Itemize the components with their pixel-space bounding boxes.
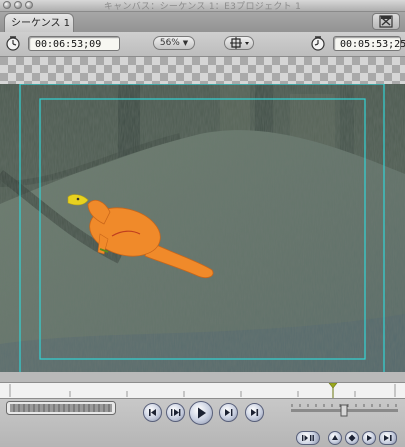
play-in-to-out-button[interactable] bbox=[166, 403, 185, 422]
view-dropdown[interactable] bbox=[224, 36, 254, 50]
video-frame bbox=[0, 84, 405, 372]
mark-in-button[interactable] bbox=[328, 431, 342, 445]
go-to-next-edit-button[interactable] bbox=[245, 403, 264, 422]
jog-slider[interactable] bbox=[290, 401, 400, 417]
play-around-button[interactable] bbox=[219, 403, 238, 422]
zoom-dropdown[interactable]: 56% ▼ bbox=[153, 36, 195, 50]
dropdown-arrow-icon: ▼ bbox=[182, 39, 189, 47]
mark-in-icon bbox=[332, 435, 338, 440]
film-icon[interactable] bbox=[372, 13, 400, 30]
current-time-clock-icon bbox=[311, 36, 325, 51]
tab-sequence[interactable]: シーケンス 1 bbox=[4, 13, 74, 32]
play-in-out-icon bbox=[171, 409, 181, 416]
shuttle-control[interactable] bbox=[6, 401, 116, 415]
add-marker-button[interactable] bbox=[345, 431, 359, 445]
mark-out-button[interactable] bbox=[362, 431, 376, 445]
timeline-scrubber[interactable] bbox=[0, 382, 405, 399]
mark-out-icon bbox=[367, 435, 372, 441]
duration-clock-icon bbox=[6, 36, 20, 51]
play-around-icon bbox=[225, 409, 233, 416]
window-title: キャンバス：シーケンス 1：E3プロジェクト 1 bbox=[103, 2, 302, 12]
go-to-previous-edit-button[interactable] bbox=[143, 403, 162, 422]
canvas-viewer[interactable] bbox=[0, 57, 405, 372]
marker-icon bbox=[348, 434, 356, 442]
timeline-ruler bbox=[9, 384, 396, 397]
play-button[interactable] bbox=[189, 401, 213, 425]
playhead[interactable] bbox=[328, 383, 338, 398]
insert-icon bbox=[302, 435, 314, 441]
play-icon bbox=[198, 407, 206, 419]
previous-edit-icon bbox=[149, 409, 156, 416]
current-timecode-field[interactable]: 00:05:53;25 bbox=[333, 36, 405, 51]
overwrite-button[interactable] bbox=[379, 431, 397, 445]
window-title-bar: キャンバス：シーケンス 1：E3プロジェクト 1 bbox=[0, 0, 405, 12]
overwrite-icon bbox=[384, 435, 392, 441]
next-edit-icon bbox=[251, 409, 259, 416]
duration-timecode-field[interactable]: 00:06:53;09 bbox=[28, 36, 120, 51]
insert-button[interactable] bbox=[296, 431, 320, 445]
zoom-value: 56% bbox=[159, 38, 180, 48]
crosshair-view-icon bbox=[230, 37, 249, 49]
